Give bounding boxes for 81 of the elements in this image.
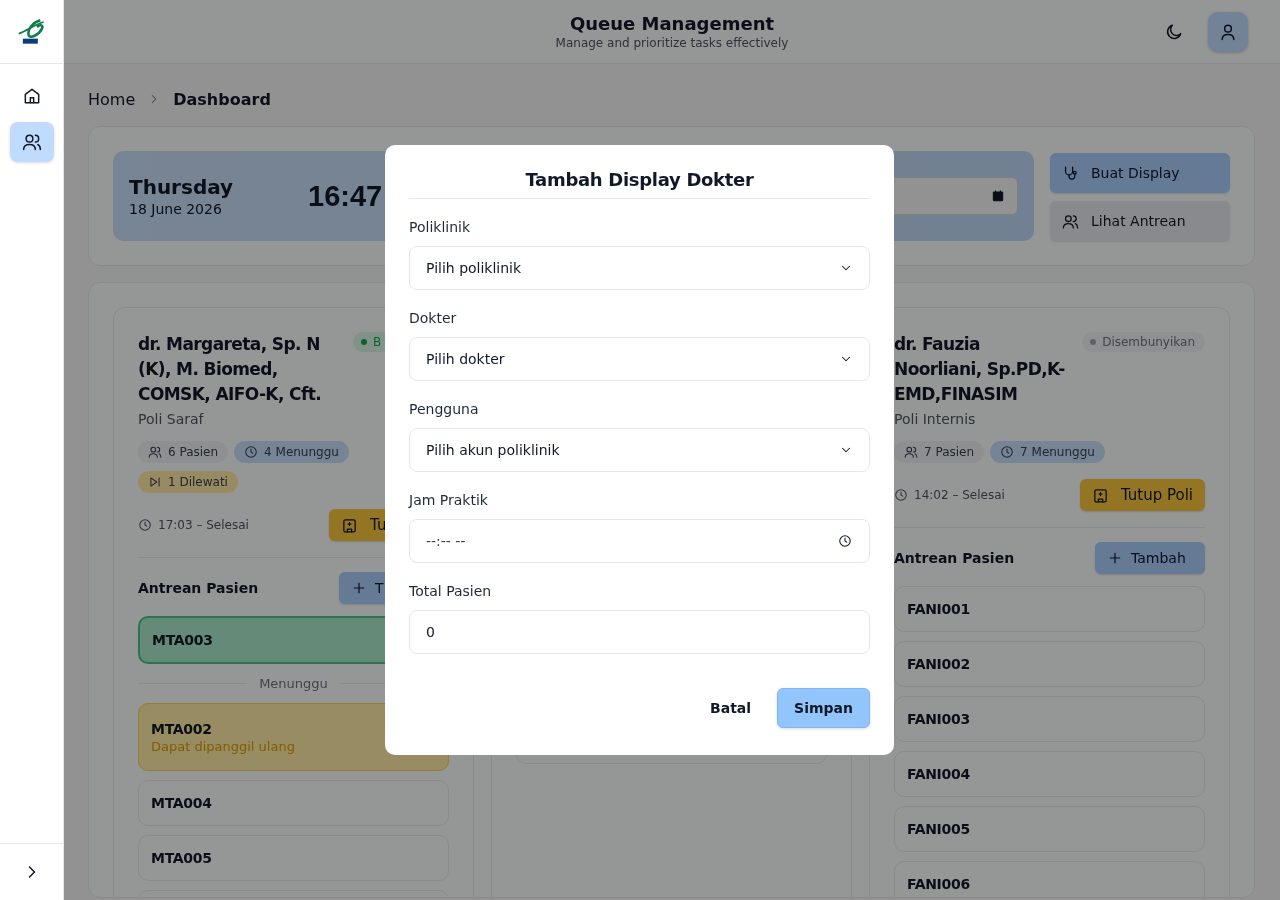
status-dot	[361, 339, 367, 345]
save-button[interactable]: Simpan	[777, 688, 870, 728]
clock-icon	[838, 534, 852, 548]
dialog-title: Tambah Display Dokter	[409, 169, 870, 199]
queue-number: FANI005	[907, 821, 970, 837]
field-label: Total Pasien	[409, 583, 493, 599]
skipped-chip: 1 Dilewati	[138, 471, 238, 493]
waiting-chip: 4 Menunggu	[234, 441, 349, 463]
time-field[interactable]: --:-- --	[409, 519, 870, 563]
queue-number: MTA004	[151, 795, 212, 811]
queue-number: MTA005	[151, 850, 212, 866]
select-field[interactable]: Pilih akun poliklinik	[409, 428, 870, 472]
queue-item[interactable]: FANI005	[894, 806, 1205, 852]
user-icon	[1218, 22, 1238, 42]
queue-title: Antrean Pasien	[894, 550, 1015, 566]
waiting-chip: 7 Menunggu	[990, 441, 1105, 463]
queue-title: Antrean Pasien	[138, 580, 259, 596]
weekday-label: Thursday	[129, 175, 235, 199]
patients-chip: 7 Pasien	[894, 441, 985, 463]
section-label: Menunggu	[259, 676, 328, 691]
app-subtitle: Manage and prioritize tasks effectively	[555, 36, 789, 50]
clinic-name: Poli Saraf	[138, 411, 205, 427]
app-title: Queue Management	[568, 13, 776, 34]
moon-icon	[1164, 22, 1184, 42]
select-field[interactable]: Pilih poliklinik	[409, 246, 870, 290]
nav-item[interactable]	[9, 122, 54, 162]
field-label: Jam Praktik	[409, 492, 489, 508]
queue-number: FANI001	[907, 601, 970, 617]
skip-icon	[148, 475, 162, 489]
queue-number: MTA003	[152, 632, 213, 648]
status-dot	[1090, 339, 1097, 345]
clock-icon	[894, 488, 908, 502]
users-icon	[21, 132, 42, 152]
queue-note: Dapat dipanggil ulang	[151, 738, 295, 754]
queue-item[interactable]: FANI002	[894, 641, 1205, 687]
queue-item[interactable]: FANI003	[894, 696, 1205, 742]
add-button[interactable]: Tambah	[1095, 542, 1205, 574]
close-clinic-button[interactable]: Tutup Poli	[1079, 479, 1205, 511]
queue-item[interactable]: FANI004	[894, 751, 1205, 797]
queue-item[interactable]: MTA004	[138, 780, 449, 826]
select-field[interactable]: Pilih dokter	[409, 337, 870, 381]
status-badge: Disembunyikan	[1082, 332, 1205, 352]
stethoscope-icon	[1062, 164, 1079, 182]
queue-number: FANI002	[907, 656, 970, 672]
theme-toggle[interactable]	[1164, 22, 1184, 42]
calendar-icon	[991, 189, 1005, 203]
field-label: Dokter	[409, 310, 458, 326]
building-icon	[341, 516, 358, 534]
queue-item[interactable]: MTA005	[138, 835, 449, 881]
users-icon	[1062, 212, 1079, 230]
input-field[interactable]: 0	[409, 610, 870, 654]
queue-number: FANI003	[907, 711, 970, 727]
breadcrumb-link[interactable]: Home	[88, 89, 136, 109]
doctor-name: dr. Margareta, Sp. N (K), M. Biomed, COMSK, AIFO-K, Cft.	[138, 333, 323, 406]
clock-icon	[138, 518, 152, 532]
clock-time: 16:47	[308, 179, 383, 213]
plus-icon	[351, 580, 367, 596]
queue-item[interactable]: FANI001	[894, 586, 1205, 632]
queue-item[interactable]: FANI006	[894, 861, 1205, 897]
doctor-name: dr. Fauzia Noorliani, Sp.PD,K-EMD,FINASIM	[894, 333, 1066, 406]
plus-icon	[1107, 550, 1123, 566]
field-label: Poliklinik	[409, 219, 472, 235]
cancel-button[interactable]: Batal	[694, 688, 768, 728]
profile-button[interactable]	[1208, 12, 1248, 52]
breadcrumb-current: Dashboard	[173, 89, 271, 109]
users-icon	[148, 445, 162, 459]
create-display-button[interactable]: Buat Display	[1050, 153, 1230, 193]
users-icon	[904, 445, 918, 459]
practice-hours: 17:03 – Selesai	[158, 518, 249, 532]
clock-icon	[1000, 445, 1015, 459]
queue-number: FANI006	[907, 876, 970, 892]
queue-number: FANI004	[907, 766, 970, 782]
clinic-name: Poli Internis	[894, 411, 977, 427]
patients-chip: 6 Pasien	[138, 441, 229, 463]
building-icon	[1091, 486, 1109, 504]
view-queue-button[interactable]: Lihat Antrean	[1050, 201, 1230, 241]
date-label: 18 June 2026	[129, 201, 223, 217]
practice-hours: 14:02 – Selesai	[914, 488, 1005, 502]
queue-number: MTA002	[151, 720, 212, 737]
field-label: Pengguna	[409, 401, 480, 417]
clock-icon	[244, 445, 259, 459]
